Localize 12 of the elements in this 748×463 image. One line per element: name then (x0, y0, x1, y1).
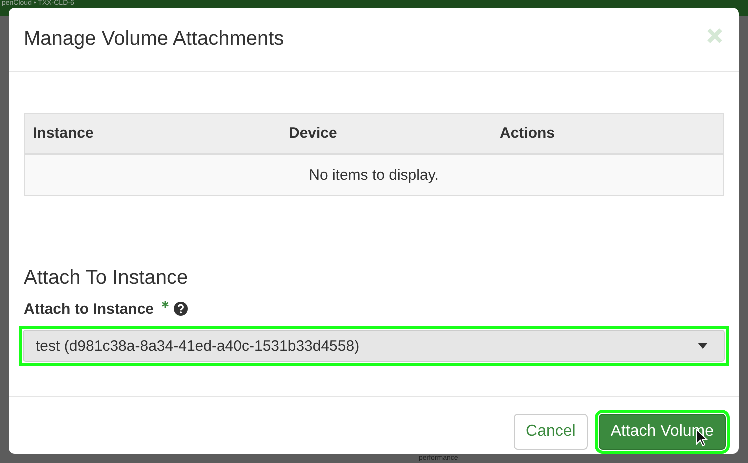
field-label: Attach to Instance (24, 300, 154, 318)
select-value: test (d981c38a-8a34-41ed-a40c-1531b33d4558) (36, 338, 360, 354)
empty-message: No items to display. (24, 154, 724, 196)
instance-select[interactable]: test (d981c38a-8a34-41ed-a40c-1531b33d4558) (23, 330, 725, 362)
cancel-button[interactable]: Cancel (514, 414, 588, 450)
help-icon[interactable] (174, 302, 188, 316)
section-title: Attach To Instance (24, 267, 190, 290)
modal-title: Manage Volume Attachments (24, 28, 284, 51)
caret-icon (698, 343, 708, 349)
column-header: Actions (492, 114, 724, 154)
column-header: Device (281, 114, 492, 154)
column-header: Instance (24, 114, 281, 154)
